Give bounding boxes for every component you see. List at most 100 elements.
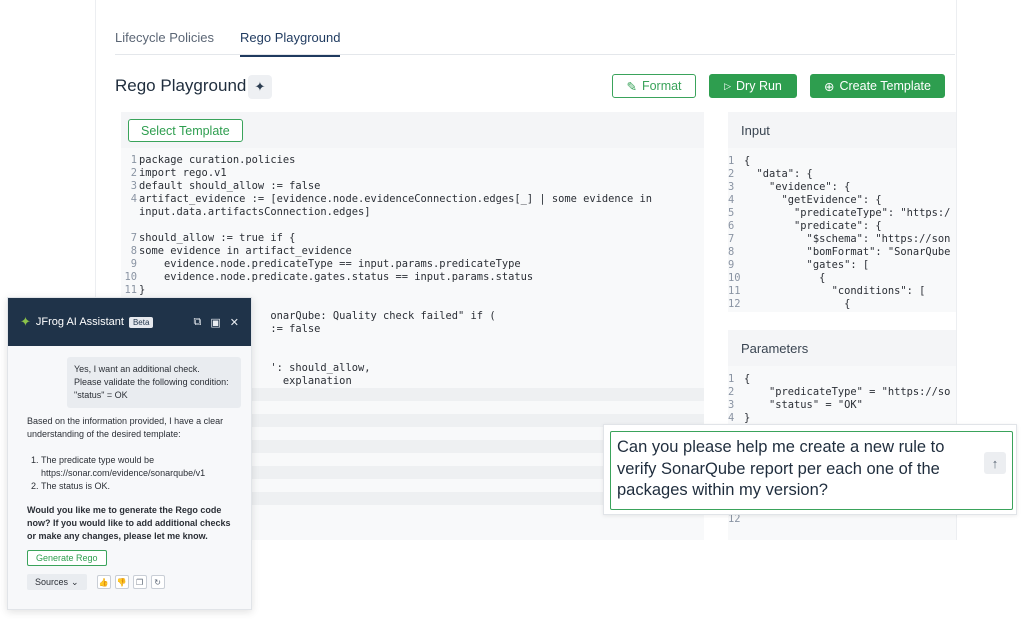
assistant-intro: Based on the information provided, I hav… <box>27 416 224 439</box>
chat-prompt-card: Can you please help me create a new rule… <box>603 424 1017 515</box>
thumbs-down-icon[interactable]: 👎 <box>114 575 129 589</box>
line-number: 9 <box>728 259 735 271</box>
code-line: 2 import rego.v1 <box>121 167 704 180</box>
dry-run-label: Dry Run <box>736 79 782 93</box>
minimize-window-icon[interactable]: ▣ <box>210 316 220 329</box>
code-line: 1{ <box>728 155 956 168</box>
editor-header: Select Template <box>121 112 704 148</box>
line-number: 10 <box>124 271 137 283</box>
code-text: "predicateType" = "https://so <box>744 386 951 398</box>
ai-sparkle-button[interactable]: ✦ <box>248 75 272 99</box>
code-text: "getEvidence": { <box>744 194 882 206</box>
code-line: input.data.artifactsConnection.edges] <box>121 206 704 219</box>
line-number: 9 <box>130 258 137 270</box>
code-text: { <box>744 298 851 310</box>
code-text: evidence.node.predicateType == input.par… <box>139 258 521 270</box>
refresh-icon[interactable]: ↻ <box>150 575 165 589</box>
line-number: 3 <box>728 399 735 411</box>
line-number: 3 <box>130 180 137 192</box>
close-icon[interactable]: ✕ <box>230 316 239 329</box>
line-number: 7 <box>130 232 137 244</box>
code-text: package curation.policies <box>139 154 296 166</box>
line-number: 12 <box>728 298 741 310</box>
line-number: 6 <box>728 220 735 232</box>
line-number: 4 <box>728 194 735 206</box>
format-button[interactable]: ✎ Format <box>612 74 696 98</box>
user-message-line: Please validate the following condition: <box>74 377 229 387</box>
code-text: { <box>744 373 751 385</box>
thumbs-up-icon[interactable]: 👍 <box>96 575 111 589</box>
line-number: 10 <box>728 272 741 284</box>
code-line: 5 "predicateType": "https:/ <box>728 207 956 220</box>
code-line: 9 "gates": [ <box>728 259 956 272</box>
code-text: artifact_evidence := [evidence.node.evid… <box>139 193 652 205</box>
parameters-panel-title: Parameters <box>728 330 956 366</box>
tab-bar: Lifecycle Policies Rego Playground <box>115 26 366 57</box>
parameters-json-editor[interactable]: 1{2 "predicateType" = "https://so 3 "stat… <box>728 366 956 425</box>
code-text: "evidence": { <box>744 181 851 193</box>
format-label: Format <box>641 79 682 93</box>
line-number: 8 <box>130 245 137 257</box>
code-text: "$schema": "https://son <box>744 233 951 245</box>
code-line: 11} <box>121 284 704 297</box>
pencil-icon: ✎ <box>626 79 637 94</box>
code-line: 10 evidence.node.predicate.gates.status … <box>121 271 704 284</box>
create-template-label: Create Template <box>839 79 931 93</box>
chat-prompt-input[interactable]: Can you please help me create a new rule… <box>610 431 1013 510</box>
code-text: input.data.artifactsConnection.edges] <box>139 206 371 218</box>
send-button[interactable]: ↑ <box>984 452 1006 474</box>
code-line: 3 "status" = "OK" <box>728 399 956 412</box>
chevron-down-icon: ⌄ <box>71 576 79 587</box>
generate-rego-button[interactable]: Generate Rego <box>27 550 107 566</box>
assistant-footer: Sources ⌄ 👍 👎 ❐ ↻ <box>27 574 165 590</box>
create-template-button[interactable]: ⊕ Create Template <box>810 74 945 98</box>
code-line: 4 artifact_evidence := [evidence.node.evi… <box>121 193 704 206</box>
code-line: 2 "predicateType" = "https://so <box>728 386 956 399</box>
beta-badge: Beta <box>128 316 154 328</box>
code-text: } <box>139 284 146 296</box>
dry-run-button[interactable]: ▷ Dry Run <box>709 74 797 98</box>
input-json-editor[interactable]: 1{2 "data": {3 "evidence": {4 "getEviden… <box>728 148 956 311</box>
code-text: should_allow := true if { <box>139 232 296 244</box>
arrow-up-icon: ↑ <box>991 455 999 471</box>
select-template-button[interactable]: Select Template <box>128 119 243 142</box>
code-text: evidence.node.predicate.gates.status == … <box>139 271 534 283</box>
code-line: 10 { <box>728 272 956 285</box>
code-line: 7 should_allow := true if { <box>121 232 704 245</box>
input-panel: Input 1{2 "data": {3 "evidence": {4 "get… <box>728 112 956 312</box>
tabs-divider <box>115 54 955 55</box>
code-line: 1{ <box>728 373 956 386</box>
code-line: 3 default should_allow := false <box>121 180 704 193</box>
code-text: "data": { <box>744 168 813 180</box>
code-line <box>121 219 704 232</box>
code-text: "predicate": { <box>744 220 882 232</box>
plus-circle-icon: ⊕ <box>824 79 835 94</box>
code-line: 2 "data": { <box>728 168 956 181</box>
line-number: 4 <box>130 193 137 205</box>
assistant-title: JFrog AI Assistant <box>35 316 124 328</box>
line-number <box>121 206 137 219</box>
line-number: 5 <box>728 207 735 219</box>
code-text: "conditions": [ <box>744 285 926 297</box>
code-text: "bomFormat": "SonarQube <box>744 246 951 258</box>
chat-prompt-text: Can you please help me create a new rule… <box>617 438 945 499</box>
code-line: 9 evidence.node.predicateType == input.p… <box>121 258 704 271</box>
external-link-icon[interactable]: ⧉ <box>194 316 202 329</box>
tab-rego-playground[interactable]: Rego Playground <box>240 26 341 57</box>
line-number: 1 <box>130 154 137 166</box>
sources-dropdown[interactable]: Sources ⌄ <box>27 574 87 590</box>
input-panel-title: Input <box>728 112 956 148</box>
code-line: 8 some evidence in artifact_evidence <box>121 245 704 258</box>
copy-icon[interactable]: ❐ <box>132 575 147 589</box>
sources-label: Sources <box>35 577 69 587</box>
code-line: 4 "getEvidence": { <box>728 194 956 207</box>
code-line: 8 "bomFormat": "SonarQube <box>728 246 956 259</box>
line-number: 8 <box>728 246 735 258</box>
line-number: 1 <box>728 155 735 167</box>
assistant-header: ✦ JFrog AI Assistant Beta ⧉ ▣ ✕ <box>8 298 251 346</box>
code-line: 1 package curation.policies <box>121 154 704 167</box>
assistant-question: Would you like me to generate the Rego c… <box>27 505 231 541</box>
code-line: 6 "predicate": { <box>728 220 956 233</box>
tab-lifecycle-policies[interactable]: Lifecycle Policies <box>115 26 214 57</box>
sparkle-logo-icon: ✦ <box>20 314 31 329</box>
